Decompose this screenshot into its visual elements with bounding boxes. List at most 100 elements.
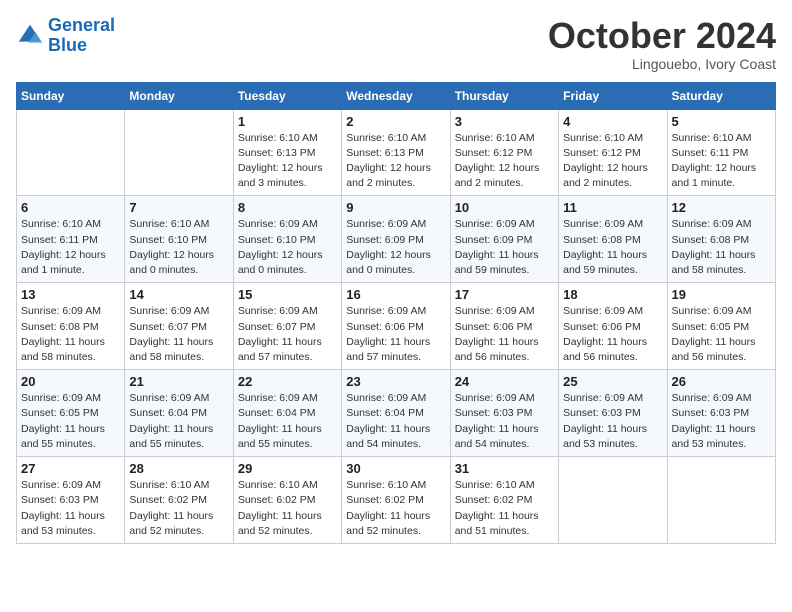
calendar-cell: 6 Sunrise: 6:10 AM Sunset: 6:11 PM Daylig… xyxy=(17,196,125,283)
weekday-header: Tuesday xyxy=(233,82,341,109)
calendar-cell: 17 Sunrise: 6:09 AM Sunset: 6:06 PM Dayli… xyxy=(450,283,558,370)
day-number: 14 xyxy=(129,287,228,302)
day-number: 18 xyxy=(563,287,662,302)
day-number: 17 xyxy=(455,287,554,302)
calendar-cell xyxy=(667,457,775,544)
day-number: 11 xyxy=(563,200,662,215)
day-info: Sunrise: 6:10 AM Sunset: 6:10 PM Dayligh… xyxy=(129,217,228,278)
calendar-cell: 28 Sunrise: 6:10 AM Sunset: 6:02 PM Dayli… xyxy=(125,457,233,544)
day-number: 22 xyxy=(238,374,337,389)
calendar-cell: 5Sunrise: 6:10 AM Sunset: 6:11 PM Daylig… xyxy=(667,109,775,196)
location-subtitle: Lingouebo, Ivory Coast xyxy=(548,56,776,72)
day-number: 6 xyxy=(21,200,120,215)
calendar-cell: 15Sunrise: 6:09 AM Sunset: 6:07 PM Dayli… xyxy=(233,283,341,370)
day-info: Sunrise: 6:09 AM Sunset: 6:07 PM Dayligh… xyxy=(129,304,228,365)
calendar-cell: 21 Sunrise: 6:09 AM Sunset: 6:04 PM Dayli… xyxy=(125,370,233,457)
day-number: 26 xyxy=(672,374,771,389)
title-block: October 2024 Lingouebo, Ivory Coast xyxy=(548,16,776,72)
calendar-cell: 30 Sunrise: 6:10 AM Sunset: 6:02 PM Dayli… xyxy=(342,457,450,544)
day-number: 21 xyxy=(129,374,228,389)
day-info: Sunrise: 6:09 AM Sunset: 6:06 PM Dayligh… xyxy=(563,304,662,365)
calendar-cell: 31Sunrise: 6:10 AM Sunset: 6:02 PM Dayli… xyxy=(450,457,558,544)
day-info: Sunrise: 6:10 AM Sunset: 6:02 PM Dayligh… xyxy=(346,478,445,539)
calendar-cell: 3 Sunrise: 6:10 AM Sunset: 6:12 PM Daylig… xyxy=(450,109,558,196)
logo: General Blue xyxy=(16,16,115,56)
day-number: 30 xyxy=(346,461,445,476)
logo-text: General Blue xyxy=(48,16,115,56)
calendar-cell xyxy=(559,457,667,544)
calendar-cell: 23 Sunrise: 6:09 AM Sunset: 6:04 PM Dayli… xyxy=(342,370,450,457)
day-info: Sunrise: 6:09 AM Sunset: 6:03 PM Dayligh… xyxy=(563,391,662,452)
day-info: Sunrise: 6:10 AM Sunset: 6:13 PM Dayligh… xyxy=(238,131,337,192)
day-info: Sunrise: 6:10 AM Sunset: 6:13 PM Dayligh… xyxy=(346,131,445,192)
weekday-header: Sunday xyxy=(17,82,125,109)
weekday-header: Friday xyxy=(559,82,667,109)
weekday-header: Wednesday xyxy=(342,82,450,109)
calendar-cell: 26Sunrise: 6:09 AM Sunset: 6:03 PM Dayli… xyxy=(667,370,775,457)
day-info: Sunrise: 6:10 AM Sunset: 6:02 PM Dayligh… xyxy=(129,478,228,539)
day-info: Sunrise: 6:09 AM Sunset: 6:03 PM Dayligh… xyxy=(455,391,554,452)
day-number: 1 xyxy=(238,114,337,129)
calendar-cell: 20Sunrise: 6:09 AM Sunset: 6:05 PM Dayli… xyxy=(17,370,125,457)
day-number: 12 xyxy=(672,200,771,215)
day-info: Sunrise: 6:09 AM Sunset: 6:03 PM Dayligh… xyxy=(21,478,120,539)
logo-icon xyxy=(16,22,44,50)
day-number: 27 xyxy=(21,461,120,476)
calendar-week-row: 13Sunrise: 6:09 AM Sunset: 6:08 PM Dayli… xyxy=(17,283,776,370)
day-info: Sunrise: 6:09 AM Sunset: 6:09 PM Dayligh… xyxy=(346,217,445,278)
calendar-cell: 19 Sunrise: 6:09 AM Sunset: 6:05 PM Dayli… xyxy=(667,283,775,370)
calendar-cell: 29 Sunrise: 6:10 AM Sunset: 6:02 PM Dayli… xyxy=(233,457,341,544)
day-info: Sunrise: 6:10 AM Sunset: 6:11 PM Dayligh… xyxy=(672,131,771,192)
day-info: Sunrise: 6:09 AM Sunset: 6:09 PM Dayligh… xyxy=(455,217,554,278)
day-info: Sunrise: 6:10 AM Sunset: 6:11 PM Dayligh… xyxy=(21,217,120,278)
day-info: Sunrise: 6:09 AM Sunset: 6:08 PM Dayligh… xyxy=(21,304,120,365)
day-number: 9 xyxy=(346,200,445,215)
calendar-cell: 22 Sunrise: 6:09 AM Sunset: 6:04 PM Dayli… xyxy=(233,370,341,457)
calendar-week-row: 6 Sunrise: 6:10 AM Sunset: 6:11 PM Daylig… xyxy=(17,196,776,283)
weekday-header: Saturday xyxy=(667,82,775,109)
calendar-cell: 25Sunrise: 6:09 AM Sunset: 6:03 PM Dayli… xyxy=(559,370,667,457)
calendar-cell: 1 Sunrise: 6:10 AM Sunset: 6:13 PM Daylig… xyxy=(233,109,341,196)
day-number: 16 xyxy=(346,287,445,302)
day-info: Sunrise: 6:09 AM Sunset: 6:06 PM Dayligh… xyxy=(455,304,554,365)
calendar-cell: 27 Sunrise: 6:09 AM Sunset: 6:03 PM Dayli… xyxy=(17,457,125,544)
calendar-cell: 4Sunrise: 6:10 AM Sunset: 6:12 PM Daylig… xyxy=(559,109,667,196)
day-info: Sunrise: 6:10 AM Sunset: 6:02 PM Dayligh… xyxy=(455,478,554,539)
day-number: 8 xyxy=(238,200,337,215)
month-title: October 2024 xyxy=(548,16,776,56)
day-number: 19 xyxy=(672,287,771,302)
weekday-header: Monday xyxy=(125,82,233,109)
day-info: Sunrise: 6:09 AM Sunset: 6:04 PM Dayligh… xyxy=(238,391,337,452)
calendar-cell: 8 Sunrise: 6:09 AM Sunset: 6:10 PM Daylig… xyxy=(233,196,341,283)
day-number: 4 xyxy=(563,114,662,129)
weekday-header: Thursday xyxy=(450,82,558,109)
day-info: Sunrise: 6:10 AM Sunset: 6:12 PM Dayligh… xyxy=(455,131,554,192)
calendar-cell: 10Sunrise: 6:09 AM Sunset: 6:09 PM Dayli… xyxy=(450,196,558,283)
calendar-week-row: 27 Sunrise: 6:09 AM Sunset: 6:03 PM Dayli… xyxy=(17,457,776,544)
day-number: 7 xyxy=(129,200,228,215)
calendar-table: SundayMondayTuesdayWednesdayThursdayFrid… xyxy=(16,82,776,544)
day-info: Sunrise: 6:09 AM Sunset: 6:04 PM Dayligh… xyxy=(346,391,445,452)
calendar-cell: 2 Sunrise: 6:10 AM Sunset: 6:13 PM Daylig… xyxy=(342,109,450,196)
calendar-week-row: 1 Sunrise: 6:10 AM Sunset: 6:13 PM Daylig… xyxy=(17,109,776,196)
day-number: 29 xyxy=(238,461,337,476)
calendar-cell: 16Sunrise: 6:09 AM Sunset: 6:06 PM Dayli… xyxy=(342,283,450,370)
day-number: 23 xyxy=(346,374,445,389)
day-number: 2 xyxy=(346,114,445,129)
day-number: 28 xyxy=(129,461,228,476)
day-info: Sunrise: 6:09 AM Sunset: 6:04 PM Dayligh… xyxy=(129,391,228,452)
day-info: Sunrise: 6:09 AM Sunset: 6:08 PM Dayligh… xyxy=(672,217,771,278)
day-number: 3 xyxy=(455,114,554,129)
calendar-cell: 14 Sunrise: 6:09 AM Sunset: 6:07 PM Dayli… xyxy=(125,283,233,370)
calendar-cell: 13Sunrise: 6:09 AM Sunset: 6:08 PM Dayli… xyxy=(17,283,125,370)
logo-line2: Blue xyxy=(48,35,87,55)
calendar-week-row: 20Sunrise: 6:09 AM Sunset: 6:05 PM Dayli… xyxy=(17,370,776,457)
calendar-cell xyxy=(125,109,233,196)
day-info: Sunrise: 6:10 AM Sunset: 6:02 PM Dayligh… xyxy=(238,478,337,539)
calendar-cell xyxy=(17,109,125,196)
day-info: Sunrise: 6:09 AM Sunset: 6:10 PM Dayligh… xyxy=(238,217,337,278)
weekday-header-row: SundayMondayTuesdayWednesdayThursdayFrid… xyxy=(17,82,776,109)
calendar-cell: 18 Sunrise: 6:09 AM Sunset: 6:06 PM Dayli… xyxy=(559,283,667,370)
day-info: Sunrise: 6:09 AM Sunset: 6:08 PM Dayligh… xyxy=(563,217,662,278)
day-info: Sunrise: 6:09 AM Sunset: 6:05 PM Dayligh… xyxy=(672,304,771,365)
